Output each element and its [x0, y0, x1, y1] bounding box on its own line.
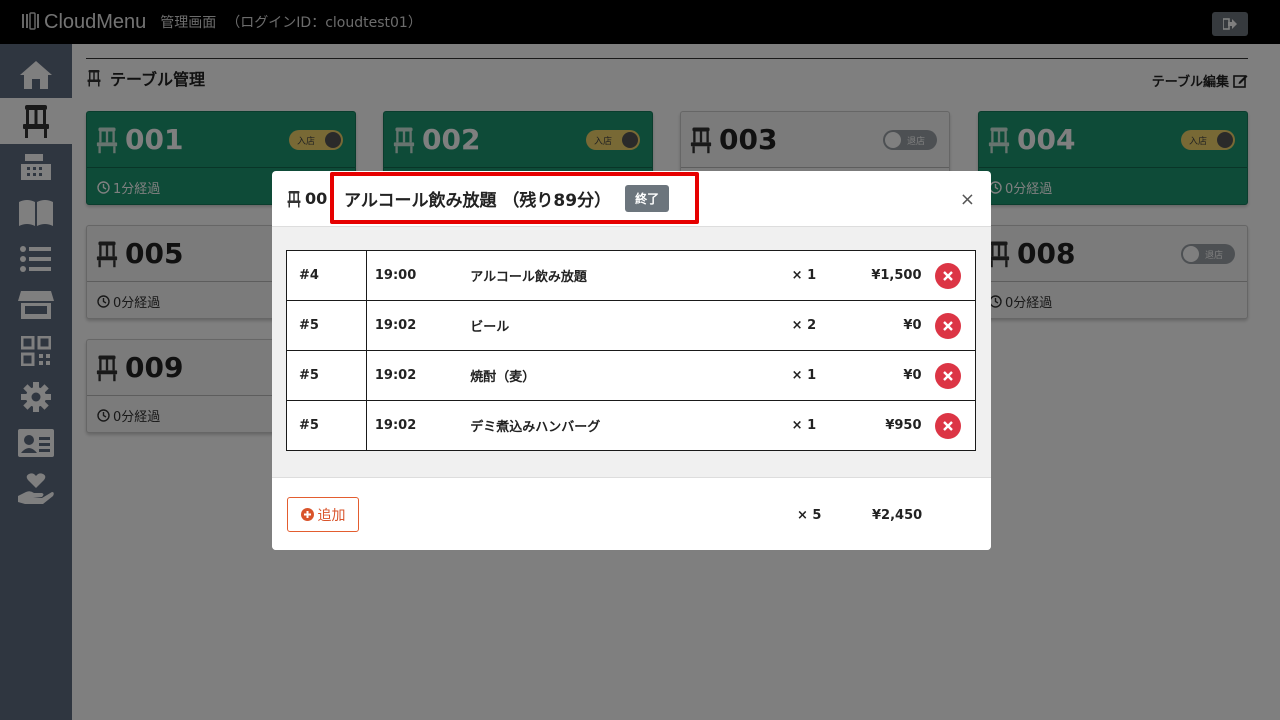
order-quantity: × 1 [791, 400, 852, 451]
modal-header: 00 アルコール飲み放題 （残り89分） 終了 × [272, 171, 991, 227]
plan-title: アルコール飲み放題 （残り89分） [344, 190, 612, 211]
delete-order-button[interactable] [935, 312, 962, 339]
delete-cell [921, 250, 976, 301]
order-price: ¥1,500 [851, 250, 922, 301]
order-quantity: × 1 [791, 250, 852, 301]
modal-body: #4 19:00 アルコール飲み放題 × 1 ¥1,500 #5 19:02 ビ… [272, 227, 991, 477]
order-time: 19:02 [366, 350, 471, 401]
modal-table-id: 00 [286, 189, 327, 208]
plan-highlight: アルコール飲み放題 （残り89分） 終了 [330, 172, 699, 224]
add-order-button[interactable]: 追加 [287, 497, 359, 532]
table-row: #4 19:00 アルコール飲み放題 × 1 ¥1,500 [286, 250, 976, 301]
order-number: #5 [286, 300, 367, 351]
delete-cell [921, 300, 976, 351]
delete-order-button[interactable] [935, 412, 962, 439]
table-row: #5 19:02 焼酎（麦） × 1 ¥0 [286, 350, 976, 401]
total-price: ¥2,450 [872, 508, 923, 523]
close-icon [943, 370, 954, 381]
end-plan-button[interactable]: 終了 [625, 184, 670, 212]
order-price: ¥950 [851, 400, 922, 451]
modal-footer: 追加 × 5 ¥2,450 [272, 477, 991, 550]
order-time: 19:02 [366, 300, 471, 351]
order-modal: 00 アルコール飲み放題 （残り89分） 終了 × #4 19:00 アルコール… [272, 171, 991, 550]
order-quantity: × 1 [791, 350, 852, 401]
order-item-name: 焼酎（麦） [470, 350, 792, 401]
close-icon [943, 320, 954, 331]
order-time: 19:02 [366, 400, 471, 451]
table-row: #5 19:02 デミ煮込みハンバーグ × 1 ¥950 [286, 400, 976, 451]
delete-cell [921, 400, 976, 451]
order-quantity: × 2 [791, 300, 852, 351]
order-price: ¥0 [851, 300, 922, 351]
order-table: #4 19:00 アルコール飲み放題 × 1 ¥1,500 #5 19:02 ビ… [286, 250, 976, 451]
close-icon [943, 420, 954, 431]
delete-order-button[interactable] [935, 262, 962, 289]
modal-table-number: 00 [305, 189, 328, 208]
delete-cell [921, 350, 976, 401]
plus-circle-icon [300, 508, 314, 521]
add-order-label: 追加 [317, 507, 346, 524]
order-item-name: アルコール飲み放題 [470, 250, 792, 301]
total-quantity: × 5 [797, 508, 822, 523]
close-icon [943, 270, 954, 281]
chair-icon [287, 190, 301, 207]
order-number: #5 [286, 350, 367, 401]
order-number: #5 [286, 400, 367, 451]
close-icon[interactable]: × [960, 189, 975, 210]
order-item-name: デミ煮込みハンバーグ [470, 400, 792, 451]
order-item-name: ビール [470, 300, 792, 351]
order-price: ¥0 [851, 350, 922, 401]
order-number: #4 [286, 250, 367, 301]
table-row: #5 19:02 ビール × 2 ¥0 [286, 300, 976, 351]
delete-order-button[interactable] [935, 362, 962, 389]
order-time: 19:00 [366, 250, 471, 301]
